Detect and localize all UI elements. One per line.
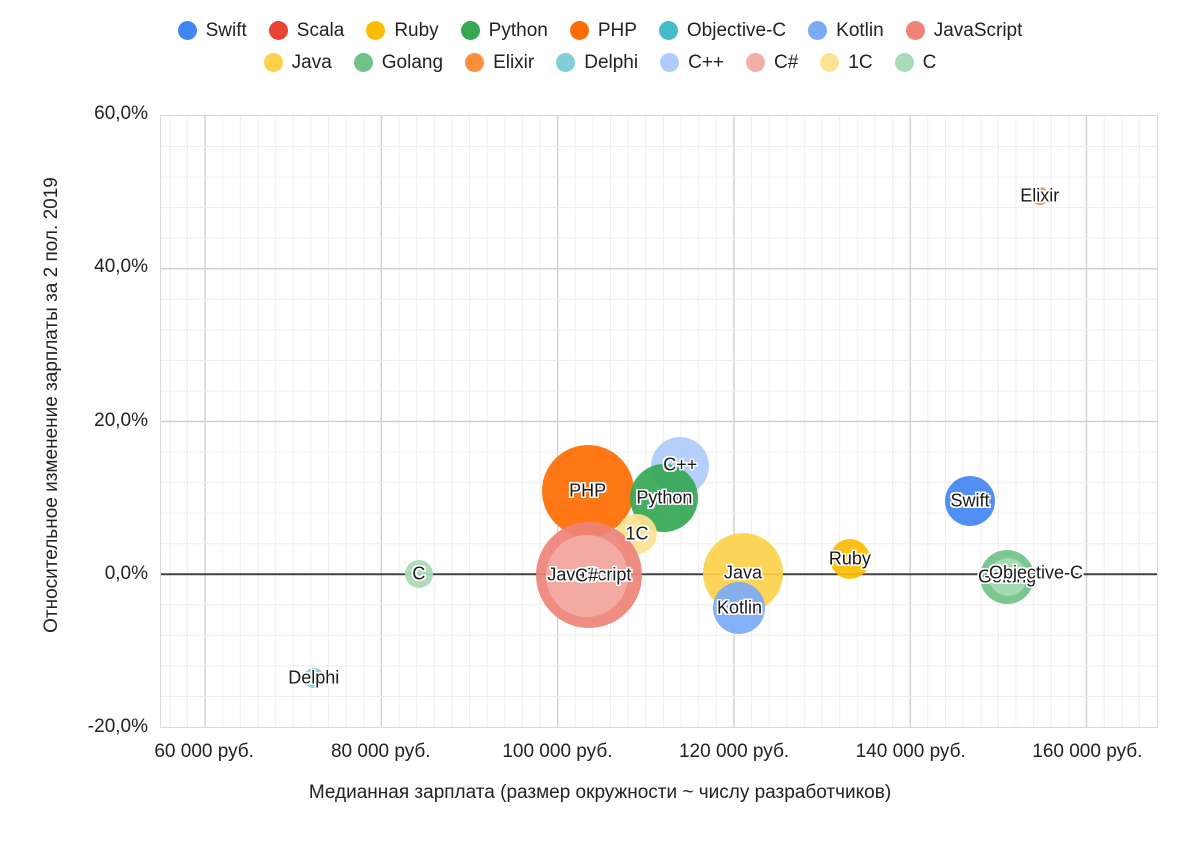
legend-item-php[interactable]: PHP	[569, 19, 637, 41]
legend-item-scala[interactable]: Scala	[268, 19, 345, 41]
legend-item-1c[interactable]: 1C	[820, 51, 873, 73]
legend-swatch-icon	[263, 52, 283, 72]
x-axis-title: Медианная зарплата (размер окружности ~ …	[308, 782, 892, 803]
legend-item-label: C++	[688, 51, 725, 73]
y-axis-tick-label: 20,0%	[94, 409, 148, 431]
legend-swatch-icon	[353, 52, 373, 72]
y-axis-tick-label: 40,0%	[94, 256, 148, 278]
legend-item-label: Python	[488, 19, 548, 41]
legend-swatch-icon	[660, 52, 680, 72]
x-axis-tick-label: 140 000 руб.	[855, 741, 966, 762]
x-axis-tick-label: 80 000 руб.	[330, 741, 431, 762]
bubble-ruby[interactable]	[829, 538, 870, 579]
legend-item-label: 1C	[848, 51, 873, 73]
legend-item-label: Kotlin	[836, 19, 884, 41]
x-axis-tick-label: 160 000 руб.	[1032, 741, 1143, 762]
legend-swatch-icon	[746, 52, 766, 72]
legend-item-objective-c[interactable]: Objective-C	[658, 19, 787, 41]
legend-swatch-icon	[366, 20, 386, 40]
legend-item-c#[interactable]: C#	[746, 51, 799, 73]
x-axis-tick-label: 60 000 руб.	[154, 741, 254, 762]
legend-row-2: Java Golang Elixir Delphi C++ C# 1C C	[0, 46, 1200, 78]
legend-item-label: Scala	[296, 19, 345, 41]
y-axis-tick-label: 0,0%	[104, 562, 148, 584]
legend-swatch-icon	[177, 20, 197, 40]
legend-item-label: Elixir	[493, 51, 535, 73]
legend-swatch-icon	[894, 52, 914, 72]
legend-item-label: Swift	[205, 19, 247, 41]
legend-item-c++[interactable]: C++	[660, 51, 725, 73]
legend-row-1: Swift Scala Ruby Python PHP Objective-C Kotlin…	[0, 14, 1200, 46]
bubble-swift[interactable]	[944, 475, 995, 526]
legend-item-c[interactable]: C	[894, 51, 937, 73]
legend-swatch-icon	[465, 52, 485, 72]
legend-item-java[interactable]: Java	[263, 51, 332, 73]
legend-swatch-icon	[569, 20, 589, 40]
legend-swatch-icon	[460, 20, 480, 40]
gridlines	[161, 116, 1157, 727]
legend-item-label: Objective-C	[686, 19, 787, 41]
legend-item-label: JavaScript	[933, 19, 1023, 41]
bubble-chart: Swift Scala Ruby Python PHP Objective-C Kotlin…	[0, 0, 1200, 843]
legend-swatch-icon	[268, 20, 288, 40]
legend-item-label: Delphi	[584, 51, 639, 73]
plot-area: Elixir C++ PHP Swift Python 1C Ruby Java JavaScr…	[160, 115, 1158, 728]
legend-item-elixir[interactable]: Elixir	[465, 51, 535, 73]
x-axis-tick-label: 120 000 руб.	[678, 741, 790, 762]
y-axis-tick-label: 60,0%	[94, 103, 148, 124]
legend-item-label: PHP	[597, 19, 637, 41]
legend-item-label: C	[922, 51, 937, 73]
bubble-c#[interactable]	[545, 534, 628, 617]
legend-swatch-icon	[808, 20, 828, 40]
legend-item-golang[interactable]: Golang	[353, 51, 444, 73]
y-axis-tick-label: -20,0%	[87, 716, 148, 737]
legend-item-label: Golang	[381, 51, 444, 73]
legend-item-label: Java	[291, 51, 332, 73]
chart-legend: Swift Scala Ruby Python PHP Objective-C Kotlin…	[0, 14, 1200, 78]
legend-swatch-icon	[658, 20, 678, 40]
legend-swatch-icon	[820, 52, 840, 72]
x-axis-tick-label: 100 000 руб.	[502, 741, 613, 762]
legend-item-ruby[interactable]: Ruby	[366, 19, 439, 41]
legend-item-label: C#	[774, 51, 799, 73]
y-axis-title: Относительное изменение зарплаты за 2 по…	[41, 177, 62, 633]
legend-item-javascript[interactable]: JavaScript	[905, 19, 1023, 41]
bubble-c[interactable]	[404, 560, 433, 589]
legend-item-kotlin[interactable]: Kotlin	[808, 19, 884, 41]
bubble-objective-c[interactable]	[988, 557, 1027, 596]
legend-item-python[interactable]: Python	[460, 19, 548, 41]
legend-swatch-icon	[905, 20, 925, 40]
legend-item-delphi[interactable]: Delphi	[556, 51, 639, 73]
legend-item-label: Ruby	[394, 19, 439, 41]
legend-swatch-icon	[556, 52, 576, 72]
legend-item-swift[interactable]: Swift	[177, 19, 247, 41]
